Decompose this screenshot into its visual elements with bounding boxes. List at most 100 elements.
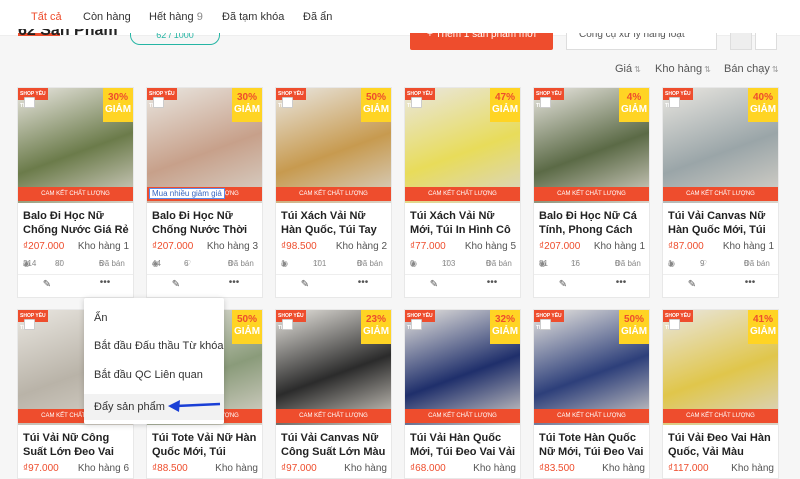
edit-icon[interactable]: ✎: [427, 278, 441, 292]
sold-count: 0: [486, 259, 491, 268]
more-options-icon[interactable]: •••: [485, 278, 499, 292]
edit-icon[interactable]: ✎: [298, 278, 312, 292]
likes-count: 6: [184, 259, 189, 268]
discount-percent: 40%: [752, 92, 773, 103]
product-name[interactable]: Balo Đi Học Nữ Cá Tính, Phong Cách Hà...: [539, 209, 647, 237]
product-select-checkbox[interactable]: [411, 319, 422, 330]
tab-in-stock[interactable]: Còn hàng: [83, 11, 131, 23]
product-card[interactable]: SHOP YÊU THÍCH47%GIẢMCAM KẾT CHẤT LƯỢNGT…: [404, 87, 521, 298]
product-price: ₫88.500: [152, 463, 188, 474]
discount-percent: 23%: [365, 314, 386, 325]
product-card[interactable]: SHOP YÊU THÍCH50%GIẢMCAM KẾT CHẤT LƯỢNGT…: [533, 309, 650, 479]
tab-all[interactable]: Tất cả: [31, 11, 62, 23]
more-options-icon[interactable]: •••: [743, 278, 757, 292]
product-select-checkbox[interactable]: [540, 319, 551, 330]
product-name[interactable]: Túi Vải Hàn Quốc Mới, Túi Đeo Vai Vải M.…: [410, 431, 518, 459]
product-card[interactable]: SHOP YÊU THÍCH50%GIẢMCAM KẾT CHẤT LƯỢNGT…: [275, 87, 392, 298]
product-select-checkbox[interactable]: [24, 97, 35, 108]
sold-count: 6: [99, 259, 104, 268]
menu-item-hide[interactable]: Ẩn: [84, 305, 224, 331]
product-name[interactable]: Túi Tote Hàn Quốc Nữ Mới, Túi Đeo Vai ..…: [539, 431, 647, 459]
tab-locked[interactable]: Đã tạm khóa: [222, 11, 284, 23]
product-name[interactable]: Túi Vải Nữ Công Suất Lớn Đeo Vai Đẹp C..…: [23, 431, 131, 459]
product-name[interactable]: Túi Tote Vải Nữ Hàn Quốc Mới, Túi Thêu..…: [152, 431, 260, 459]
product-name[interactable]: Balo Đi Học Nữ Chống Nước Giá Rẻ Thờ...: [23, 209, 131, 237]
product-name[interactable]: Túi Vải Canvas Nữ Hàn Quốc Mới, Túi Th..…: [668, 209, 776, 237]
discount-badge: 47% GIẢM: [490, 88, 520, 122]
product-select-checkbox[interactable]: [24, 319, 35, 330]
product-card[interactable]: SHOP YÊU THÍCH41%GIẢMCAM KẾT CHẤT LƯỢNGT…: [662, 309, 779, 479]
menu-item-related-ads[interactable]: Bắt đầu QC Liên quan: [84, 362, 224, 388]
card-divider: [276, 274, 391, 275]
stock-label: Kho hàng: [593, 241, 637, 252]
sort-best-selling[interactable]: Bán chạy ⇅: [724, 63, 779, 75]
stock-label: Kho hàng: [722, 241, 766, 252]
quality-guarantee-banner: CAM KẾT CHẤT LƯỢNG: [534, 187, 649, 201]
bulk-actions-select[interactable]: Công cụ xử lý hàng loạt: [566, 33, 717, 50]
stock-label: Kho hàng: [206, 241, 250, 252]
product-stock: Kho hàng: [473, 463, 516, 474]
product-card[interactable]: SHOP YÊU THÍCH32%GIẢMCAM KẾT CHẤT LƯỢNGT…: [404, 309, 521, 479]
tab-hidden[interactable]: Đã ẩn: [303, 11, 332, 23]
product-name[interactable]: Túi Xách Vải Nữ Hàn Quốc, Túi Tay Dung..…: [281, 209, 389, 237]
discount-label: GIẢM: [104, 104, 132, 115]
more-options-icon[interactable]: •••: [356, 278, 370, 292]
discount-percent: 32%: [494, 314, 515, 325]
edit-icon[interactable]: ✎: [556, 278, 570, 292]
sort-price[interactable]: Giá ⇅: [615, 63, 641, 75]
card-divider: [18, 274, 133, 275]
product-card[interactable]: SHOP YÊU THÍCH40%GIẢMCAM KẾT CHẤT LƯỢNGT…: [662, 87, 779, 298]
stock-label: Kho hàng: [215, 463, 258, 474]
discount-label: GIẢM: [620, 104, 648, 115]
add-product-button[interactable]: + Thêm 1 sản phẩm mới: [410, 33, 553, 50]
tab-out-of-stock[interactable]: Hết hàng 9: [149, 11, 203, 23]
discount-percent: 41%: [752, 314, 773, 325]
sort-stock-label: Kho hàng: [655, 63, 703, 75]
product-name[interactable]: Túi Vải Đeo Vai Hàn Quốc, Vải Màu Tươn..…: [668, 431, 776, 459]
grid-view-toggle[interactable]: [730, 33, 752, 50]
product-stock: Kho hàng: [731, 463, 774, 474]
product-card[interactable]: SHOP YÊU THÍCH30%GIẢMCAM KẾT CHẤT LƯỢNGB…: [17, 87, 134, 298]
product-select-checkbox[interactable]: [411, 97, 422, 108]
menu-item-keyword-bidding[interactable]: Bắt đầu Đấu thầu Từ khóa: [84, 333, 224, 359]
product-select-checkbox[interactable]: [669, 319, 680, 330]
discount-label: GIẢM: [233, 104, 261, 115]
product-name[interactable]: Túi Vải Canvas Nữ Công Suất Lớn Màu ...: [281, 431, 389, 459]
more-options-icon[interactable]: •••: [98, 278, 112, 292]
product-select-checkbox[interactable]: [153, 97, 164, 108]
views-count: 44: [152, 259, 161, 268]
card-divider: [405, 274, 520, 275]
product-stock: Kho hàng: [215, 463, 258, 474]
discount-percent: 47%: [494, 92, 515, 103]
more-options-icon[interactable]: •••: [614, 278, 628, 292]
edit-icon[interactable]: ✎: [169, 278, 183, 292]
stock-value: 3: [252, 241, 258, 252]
product-name[interactable]: Balo Đi Học Nữ Chống Nước Thời Trang ...: [152, 209, 260, 237]
more-options-icon[interactable]: •••: [227, 278, 241, 292]
product-card[interactable]: SHOP YÊU THÍCH23%GIẢMCAM KẾT CHẤT LƯỢNGT…: [275, 309, 392, 479]
views-count: 1: [668, 259, 673, 268]
sort-stock[interactable]: Kho hàng ⇅: [655, 63, 711, 75]
product-stats: ◉ 1 ♡ 9 Đã bán 0: [668, 259, 776, 271]
product-card[interactable]: SHOP YÊU THÍCH4%GIẢMCAM KẾT CHẤT LƯỢNGBa…: [533, 87, 650, 298]
quality-guarantee-banner: CAM KẾT CHẤT LƯỢNG: [18, 187, 133, 201]
discount-badge: 50% GIẢM: [619, 310, 649, 344]
list-view-toggle[interactable]: [755, 33, 777, 50]
stock-label: Kho hàng: [77, 241, 121, 252]
product-select-checkbox[interactable]: [669, 97, 680, 108]
edit-icon[interactable]: ✎: [685, 278, 699, 292]
card-divider: [663, 274, 778, 275]
discount-label: GIẢM: [749, 104, 777, 115]
product-select-checkbox[interactable]: [540, 97, 551, 108]
product-select-checkbox[interactable]: [282, 319, 293, 330]
product-price: ₫98.500: [281, 241, 317, 252]
card-divider: [147, 274, 262, 275]
bulk-discount-tag: Mua nhiều giảm giá: [149, 188, 225, 199]
sort-arrow-icon: ⇅: [771, 65, 779, 74]
product-price: ₫97.000: [281, 463, 317, 474]
product-stats: ◉ 0 ♡ 103 Đã bán 0: [410, 259, 518, 271]
product-card[interactable]: SHOP YÊU THÍCH30%GIẢMCAM KẾT CHẤT LƯỢNGM…: [146, 87, 263, 298]
edit-icon[interactable]: ✎: [40, 278, 54, 292]
product-name[interactable]: Túi Xách Vải Nữ Mới, Túi In Hình Cô Bé Đ…: [410, 209, 518, 237]
product-select-checkbox[interactable]: [282, 97, 293, 108]
